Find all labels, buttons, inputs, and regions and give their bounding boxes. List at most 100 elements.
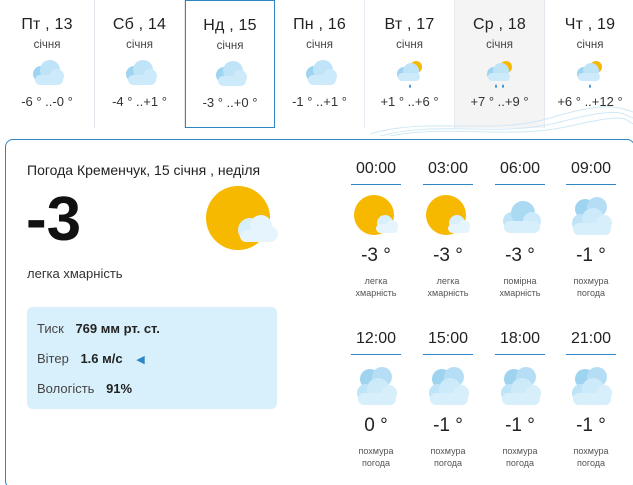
day-month: січня xyxy=(396,39,423,51)
hour-temperature: -1 ° xyxy=(505,415,535,436)
hour-description-line1: легка xyxy=(364,276,388,286)
sun-cloud-icon xyxy=(352,193,400,239)
day-tab-sun-15[interactable]: Нд , 15 січня -3 ° ..+0 ° xyxy=(185,0,275,128)
day-month: січня xyxy=(486,39,513,51)
hour-time: 21:00 xyxy=(566,330,616,355)
overcast-icon xyxy=(352,363,400,409)
current-weather-card: Погода Кременчук, 15 січня , неділя -3 л… xyxy=(5,139,633,485)
sun-cloud-rain-icon xyxy=(481,56,519,90)
day-month: січня xyxy=(33,39,61,51)
hour-description-line1: помірна xyxy=(503,276,537,286)
day-temp-range: -4 ° ..+1 ° xyxy=(112,94,167,109)
hour-description-line2: погода xyxy=(361,458,391,468)
hour-description-line2: погода xyxy=(576,288,606,298)
hour-temperature: -1 ° xyxy=(433,415,463,436)
hour-description: похмура погода xyxy=(566,275,616,299)
humidity-row: Вологість 91% xyxy=(37,381,132,396)
hour-slot-0000: 00:00 -3 ° легка хмарність xyxy=(351,160,401,299)
hour-description: легка хмарність xyxy=(423,275,473,299)
hour-description-line2: хмарність xyxy=(499,288,541,298)
current-description: легка хмарність xyxy=(27,266,123,281)
hour-description-line2: погода xyxy=(433,458,463,468)
humidity-value: 91% xyxy=(106,381,133,396)
pressure-row: Тиск 769 мм рт. ст. xyxy=(37,321,160,336)
sun-cloud-rain-icon xyxy=(391,56,429,90)
wave-decoration xyxy=(370,106,633,136)
hour-time: 18:00 xyxy=(495,330,545,355)
humidity-label: Вологість xyxy=(37,381,95,396)
day-month: січня xyxy=(216,40,244,52)
hour-description-line1: похмура xyxy=(430,446,466,456)
hour-description-line1: похмура xyxy=(502,446,538,456)
hour-description: похмура погода xyxy=(566,445,616,469)
hour-temperature: 0 ° xyxy=(364,415,388,436)
hour-description: похмура погода xyxy=(495,445,545,469)
hour-temperature: -1 ° xyxy=(576,415,606,436)
pressure-label: Тиск xyxy=(37,321,64,336)
current-temperature: -3 xyxy=(26,185,82,254)
wind-value: 1.6 м/с xyxy=(80,351,123,366)
overcast-icon xyxy=(424,363,472,409)
day-name: Пт , 13 xyxy=(21,16,73,33)
day-month: січня xyxy=(576,39,604,51)
hour-description: похмура погода xyxy=(423,445,473,469)
wind-label: Вітер xyxy=(37,351,69,366)
hour-slot-0300: 03:00 -3 ° легка хмарність xyxy=(423,160,473,299)
day-temp-range: -6 ° ..-0 ° xyxy=(21,94,73,109)
hour-temperature: -3 ° xyxy=(433,245,463,266)
overcast-icon xyxy=(496,363,544,409)
hour-slot-1200: 12:00 0 ° похмура погода xyxy=(351,330,401,469)
hour-temperature: -3 ° xyxy=(505,245,535,266)
wind-row: Вітер 1.6 м/с ◀ xyxy=(37,351,145,366)
day-name: Нд , 15 xyxy=(203,17,257,34)
pressure-value: 769 мм рт. ст. xyxy=(75,321,160,336)
hour-description-line1: похмура xyxy=(358,446,394,456)
wind-direction-icon: ◀ xyxy=(136,354,145,366)
day-temp-range: -1 ° ..+1 ° xyxy=(292,94,347,109)
hour-description-line2: хмарність xyxy=(427,288,469,298)
day-name: Сб , 14 xyxy=(112,16,167,33)
hour-time: 09:00 xyxy=(566,160,616,185)
hour-time: 06:00 xyxy=(495,160,545,185)
day-tab-sat-14[interactable]: Сб , 14 січня -4 ° ..+1 ° xyxy=(95,0,185,128)
day-name: Пн , 16 xyxy=(293,16,346,33)
hour-time: 12:00 xyxy=(351,330,401,355)
weather-stats-panel: Тиск 769 мм рт. ст. Вітер 1.6 м/с ◀ Воло… xyxy=(27,307,277,409)
hour-slot-1500: 15:00 -1 ° похмура погода xyxy=(423,330,473,469)
day-name: Ср , 18 xyxy=(473,16,526,33)
day-tab-fri-13[interactable]: Пт , 13 січня -6 ° ..-0 ° xyxy=(0,0,95,128)
cloudy-icon xyxy=(211,57,249,91)
day-temp-range: -3 ° ..+0 ° xyxy=(202,95,258,110)
sun-cloud-icon xyxy=(424,193,472,239)
hour-slot-2100: 21:00 -1 ° похмура погода xyxy=(566,330,616,469)
hour-description-line1: похмура xyxy=(573,446,609,456)
hour-description: помірна хмарність xyxy=(495,275,545,299)
cloudy-icon xyxy=(121,56,159,90)
hour-description: похмура погода xyxy=(351,445,401,469)
hour-description-line2: погода xyxy=(576,458,606,468)
hour-description-line1: легка xyxy=(436,276,460,286)
hour-description-line1: похмура xyxy=(573,276,609,286)
day-month: січня xyxy=(306,39,333,51)
day-name: Чт , 19 xyxy=(564,16,616,33)
hour-slot-1800: 18:00 -1 ° похмура погода xyxy=(495,330,545,469)
cloudy-icon xyxy=(301,56,339,90)
hour-time: 00:00 xyxy=(351,160,401,185)
hour-time: 03:00 xyxy=(423,160,473,185)
cloudy-icon xyxy=(28,56,66,90)
hour-description-line2: погода xyxy=(505,458,535,468)
hour-description: легка хмарність xyxy=(351,275,401,299)
hour-temperature: -1 ° xyxy=(576,245,606,266)
hour-time: 15:00 xyxy=(423,330,473,355)
overcast-icon xyxy=(567,363,615,409)
hour-slot-0600: 06:00 -3 ° помірна хмарність xyxy=(495,160,545,299)
hour-description-line2: хмарність xyxy=(355,288,397,298)
sun-cloud-icon xyxy=(204,184,280,256)
day-name: Вт , 17 xyxy=(384,16,435,33)
hour-temperature: -3 ° xyxy=(361,245,391,266)
overcast-icon xyxy=(567,193,615,239)
hour-slot-0900: 09:00 -1 ° похмура погода xyxy=(566,160,616,299)
page-title: Погода Кременчук, 15 січня , неділя xyxy=(27,162,261,178)
cloud-icon xyxy=(496,193,544,239)
day-tab-mon-16[interactable]: Пн , 16 січня -1 ° ..+1 ° xyxy=(275,0,365,128)
